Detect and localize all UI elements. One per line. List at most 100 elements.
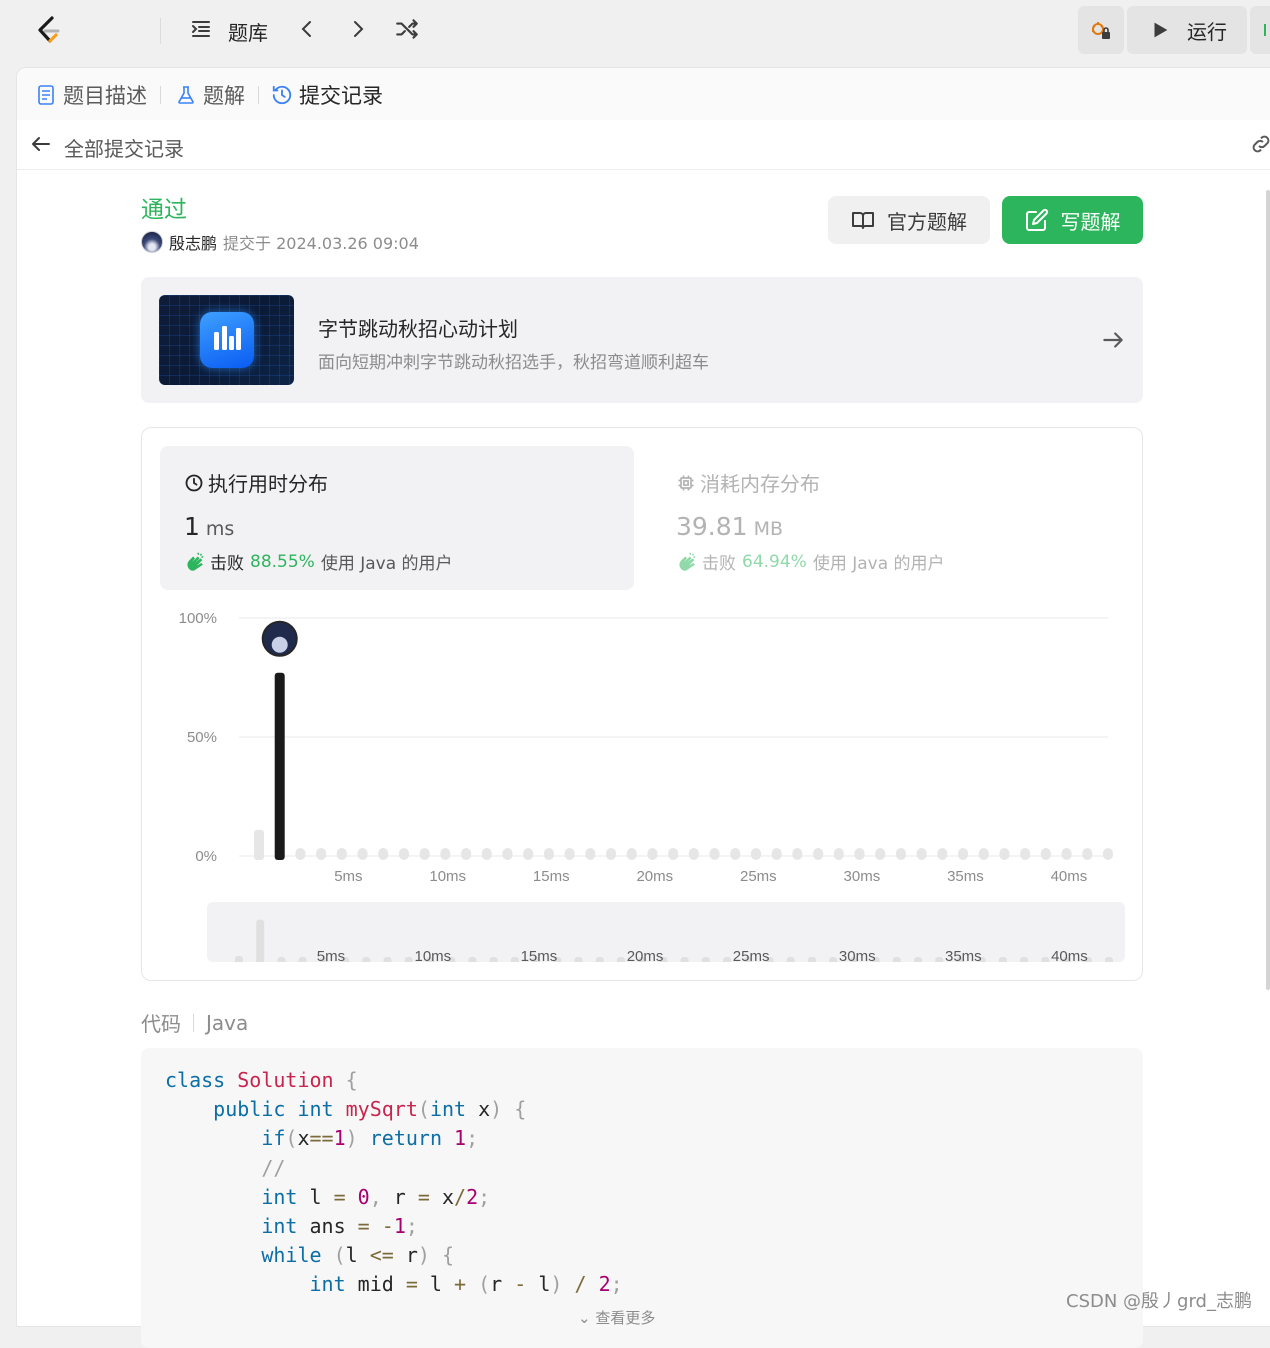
runtime-beat-pct: 88.55% [250,551,315,572]
promo-title: 字节跳动秋招心动计划 [318,317,518,341]
clock-icon [185,474,203,491]
write-solution-button[interactable]: 写题解 [1002,196,1143,244]
minimap-tick-label: 10ms [415,948,452,962]
avatar[interactable] [141,231,163,253]
minimap-tick-label: 5ms [317,948,345,962]
minimap-tick-label: 15ms [521,948,558,962]
tab-solutions-label: 题解 [203,84,245,108]
runtime-distribution-chart[interactable]: 100% 50% 0% 5ms 10ms 15ms 20ms 25ms 30ms 35ms 40ms [142,598,1144,898]
chart-bar [378,848,389,860]
chart-bar [937,848,948,860]
stats-card: 执行用时分布 1 ms 击败 88.55% 使用 Java 的用户 消耗内存分布 … [141,427,1143,981]
chart-bar [606,848,617,860]
minimap-bar [510,957,519,962]
back-row: 全部提交记录 [17,120,1270,170]
play-icon [1154,22,1168,38]
minimap-bar [489,957,498,962]
minimap-bar [595,957,604,962]
y-tick-label: 100% [179,610,217,627]
submission-panel: 题目描述 题解 提交记录 全部提交记录 通过 殷志鹏 提交于 2024.03.2… [16,67,1270,1348]
runtime-value: 1 ms [184,512,234,541]
next-problem-icon[interactable] [343,14,373,44]
history-icon [271,84,293,106]
debug-lock-icon [1092,22,1110,39]
scrollbar[interactable] [1266,190,1270,990]
chart-bar [564,848,575,860]
shuffle-icon[interactable] [392,14,422,44]
minimap-bar [935,957,944,962]
list-indent-icon[interactable] [186,14,216,44]
chart-bar [813,848,824,860]
leetcode-logo[interactable] [30,12,66,48]
code-block[interactable]: class Solution { public int mySqrt(int x… [141,1048,1143,1348]
chart-bar [481,848,492,860]
memory-beat-prefix: 击败 [702,554,736,574]
x-tick-label: 10ms [429,868,466,885]
all-submissions-link[interactable]: 全部提交记录 [64,133,184,162]
chart-bar [750,848,761,860]
chart-bar [875,848,886,860]
chart-bar [336,848,347,860]
submit-button[interactable] [1250,6,1270,54]
share-link-icon[interactable] [1249,132,1270,156]
problem-library-link[interactable]: 题库 [228,17,268,46]
runtime-beat: 击败 88.55% 使用 Java 的用户 [184,549,453,574]
chart-bar [916,848,927,860]
chip-icon [678,475,694,490]
run-button[interactable]: 运行 [1127,6,1247,54]
memory-card[interactable]: 消耗内存分布 39.81 MB 击败 64.94% 使用 Java 的用户 [652,446,1126,590]
submission-status: 通过 [141,197,187,223]
top-bar: 题库 运行 [0,0,1270,62]
show-more-link[interactable]: ⌄ 查看更多 [578,1307,655,1328]
minimap-bar [277,957,286,962]
debug-button[interactable] [1078,6,1124,54]
submission-time: 提交于 2024.03.26 09:04 [223,234,419,253]
submission-meta: 殷志鹏 提交于 2024.03.26 09:04 [141,230,419,254]
user-name[interactable]: 殷志鹏 [169,230,217,254]
chart-bar [626,848,637,860]
runtime-beat-prefix: 击败 [210,554,244,574]
flask-icon [175,84,197,106]
chart-bar [1040,848,1051,860]
promo-banner[interactable]: 字节跳动秋招心动计划 面向短期冲刺字节跳动秋招选手，秋招弯道顺利超车 [141,277,1143,403]
minimap-bar [892,957,901,962]
x-tick-label: 25ms [740,868,777,885]
panel-tabs: 题目描述 题解 提交记录 [17,68,1270,120]
chart-bar [440,848,451,860]
code-label-text: 代码 [141,1012,181,1036]
y-tick-label: 50% [187,729,217,746]
tab-description[interactable]: 题目描述 [35,80,147,110]
official-solution-button[interactable]: 官方题解 [828,196,990,244]
tab-separator [160,86,161,104]
arrow-right-icon[interactable] [1100,327,1126,353]
tab-solutions[interactable]: 题解 [175,80,245,110]
chart-bar [523,848,534,860]
tab-submissions[interactable]: 提交记录 [271,80,383,110]
chart-bar [854,848,865,860]
chart-bar [647,848,658,860]
chart-bar [398,848,409,860]
minimap-bar [701,957,710,962]
chart-bar [502,848,513,860]
clap-icon [187,552,204,571]
x-tick-label: 40ms [1051,868,1088,885]
minimap-bar [723,957,732,962]
chart-bar [1103,848,1113,860]
back-arrow-icon[interactable] [29,132,53,156]
chart-bar [999,848,1010,860]
prev-problem-icon[interactable] [292,14,322,44]
bytedance-app-icon [200,312,254,368]
promo-subtitle: 面向短期冲刺字节跳动秋招选手，秋招弯道顺利超车 [318,353,709,373]
minimap-bar [235,955,243,962]
chart-bar [688,848,699,860]
chart-bar [709,848,720,860]
runtime-card[interactable]: 执行用时分布 1 ms 击败 88.55% 使用 Java 的用户 [160,446,634,590]
minimap-bar [807,957,816,962]
chart-range-slider[interactable]: 5ms 10ms 15ms 20ms 25ms 30ms 35ms 40ms [207,902,1125,962]
watermark: CSDN @殷丿grd_志鹏 [1066,1291,1252,1312]
memory-beat-suffix: 使用 Java 的用户 [812,554,945,574]
memory-beat: 击败 64.94% 使用 Java 的用户 [676,549,945,574]
chart-bar [1082,848,1093,860]
code-language: Java [206,1010,249,1035]
chart-bar [543,848,554,860]
